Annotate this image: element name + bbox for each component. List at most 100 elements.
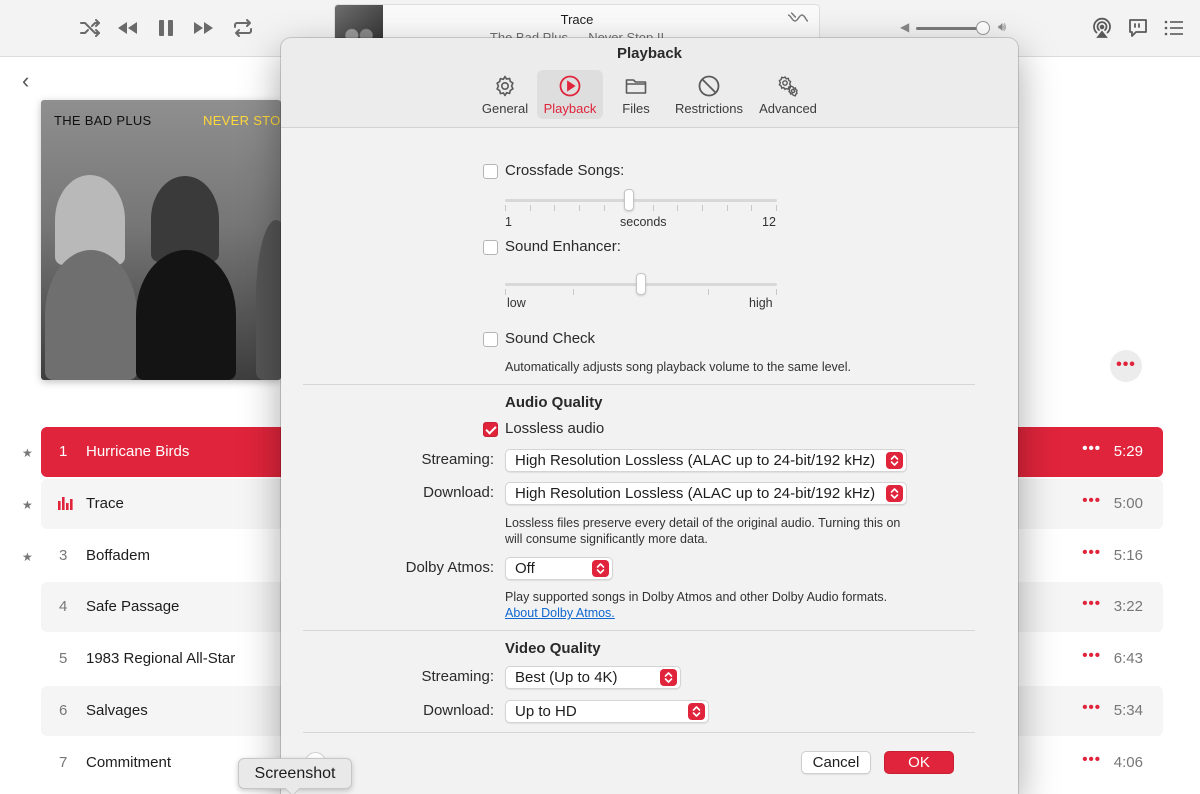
album-more-button[interactable]: ••• [1110, 350, 1142, 382]
track-more-icon[interactable]: ••• [1082, 647, 1101, 664]
about-dolby-atmos-link[interactable]: About Dolby Atmos. [505, 605, 615, 621]
dolby-atmos-label: Dolby Atmos: [405, 559, 494, 576]
lossless-audio-checkbox[interactable] [483, 422, 498, 437]
track-title: Hurricane Birds [86, 443, 190, 460]
volume-slider-knob[interactable] [976, 21, 990, 35]
album-artwork [41, 100, 281, 380]
lossless-note-line-1: Lossless files preserve every detail of … [505, 516, 901, 530]
previous-track-icon[interactable] [113, 14, 141, 42]
lossless-wave-icon [787, 12, 809, 22]
crossfade-min-label: 1 [505, 215, 512, 229]
track-more-icon[interactable]: ••• [1082, 544, 1101, 561]
slider-tick [604, 205, 605, 211]
track-title: Safe Passage [86, 598, 180, 615]
track-duration: 5:16 [1113, 547, 1143, 564]
track-number: 6 [59, 702, 68, 719]
audio-streaming-value: High Resolution Lossless (ALAC up to 24-… [515, 452, 876, 469]
volume-control[interactable]: ◀ 🔊︎ [900, 18, 1020, 38]
tab-advanced-label: Advanced [759, 101, 817, 116]
track-more-icon[interactable]: ••• [1082, 699, 1101, 716]
tab-files[interactable]: Files [611, 70, 661, 119]
tab-general[interactable]: General [477, 70, 533, 119]
pause-icon[interactable] [152, 14, 180, 42]
track-more-icon[interactable]: ••• [1082, 492, 1101, 509]
track-duration: 5:00 [1113, 495, 1143, 512]
track-duration: 6:43 [1113, 650, 1143, 667]
track-title: 1983 Regional All-Star [86, 650, 236, 667]
dialog-title: Playback [616, 45, 683, 62]
sound-enhancer-slider[interactable] [505, 272, 777, 296]
volume-low-icon: ◀ [900, 20, 910, 34]
crossfade-label: Crossfade Songs: [505, 162, 625, 179]
video-streaming-select[interactable]: Best (Up to 4K) [505, 666, 681, 689]
sound-enhancer-label: Sound Enhancer: [505, 238, 621, 255]
crossfade-max-label: 12 [762, 215, 776, 229]
tab-files-label: Files [622, 101, 650, 116]
cancel-button[interactable]: Cancel [801, 751, 871, 774]
lossless-audio-label: Lossless audio [505, 420, 605, 437]
tab-advanced[interactable]: Advanced [755, 70, 821, 119]
album-art-title: NEVER STOP [203, 113, 290, 128]
album-art-band-name: THE BAD PLUS [54, 113, 152, 128]
slider-tick [573, 289, 574, 295]
sound-check-checkbox[interactable] [483, 332, 498, 347]
crossfade-checkbox[interactable] [483, 164, 498, 179]
next-track-icon[interactable] [190, 14, 218, 42]
slider-tick [653, 205, 654, 211]
track-title: Salvages [86, 702, 148, 719]
repeat-icon[interactable] [229, 14, 257, 42]
tab-restrictions[interactable]: Restrictions [671, 70, 747, 119]
slider-tick [677, 205, 678, 211]
video-download-select[interactable]: Up to HD [505, 700, 709, 723]
gears-icon [778, 76, 798, 97]
video-quality-header: Video Quality [505, 640, 601, 657]
now-playing-bars-icon [58, 497, 73, 510]
section-divider [303, 732, 975, 733]
video-download-label: Download: [423, 702, 494, 719]
favorite-star-icon: ★ [22, 446, 33, 460]
video-streaming-label: Streaming: [421, 668, 494, 685]
tab-playback-label: Playback [543, 101, 597, 116]
slider-tick [751, 205, 752, 211]
tab-playback[interactable]: Playback [537, 70, 603, 119]
screenshot-tooltip: Screenshot [238, 758, 352, 789]
track-duration: 4:06 [1113, 754, 1143, 771]
lossless-note-line-2: will consume significantly more data. [505, 532, 708, 546]
chevron-updown-icon [660, 669, 677, 686]
ok-button[interactable]: OK [884, 751, 954, 774]
restricted-icon [698, 75, 720, 97]
track-number: 5 [59, 650, 68, 667]
chevron-updown-icon [886, 452, 903, 469]
section-divider [303, 384, 975, 385]
track-more-icon[interactable]: ••• [1082, 751, 1101, 768]
crossfade-unit-label: seconds [620, 215, 667, 229]
slider-tick [554, 205, 555, 211]
playback-settings-panel: Crossfade Songs: 1 seconds 12 Sound Enha… [281, 128, 1018, 794]
track-duration: 5:29 [1113, 443, 1143, 460]
sound-enhancer-high-label: high [749, 296, 773, 310]
crossfade-slider-knob[interactable] [624, 189, 634, 211]
up-next-list-icon[interactable] [1160, 14, 1188, 42]
chevron-updown-icon [688, 703, 705, 720]
crossfade-slider[interactable] [505, 188, 777, 212]
dolby-atmos-select[interactable]: Off [505, 557, 613, 580]
track-more-icon[interactable]: ••• [1082, 440, 1101, 457]
audio-download-label: Download: [423, 484, 494, 501]
favorite-star-icon: ★ [22, 550, 33, 564]
airplay-icon[interactable] [1088, 14, 1116, 42]
track-number: 4 [59, 598, 68, 615]
shuffle-icon[interactable] [76, 14, 104, 42]
lyrics-icon[interactable] [1124, 14, 1152, 42]
sound-enhancer-slider-knob[interactable] [636, 273, 646, 295]
track-duration: 3:22 [1113, 598, 1143, 615]
back-chevron-icon[interactable]: ‹ [22, 68, 29, 94]
sound-enhancer-low-label: low [507, 296, 526, 310]
slider-tick [776, 289, 777, 295]
track-more-icon[interactable]: ••• [1082, 595, 1101, 612]
audio-download-select[interactable]: High Resolution Lossless (ALAC up to 24-… [505, 482, 907, 505]
track-duration: 5:34 [1113, 702, 1143, 719]
slider-tick [530, 205, 531, 211]
audio-streaming-select[interactable]: High Resolution Lossless (ALAC up to 24-… [505, 449, 907, 472]
preferences-tab-bar: General Playback Files Restrictions Adva… [281, 68, 1018, 128]
sound-enhancer-checkbox[interactable] [483, 240, 498, 255]
